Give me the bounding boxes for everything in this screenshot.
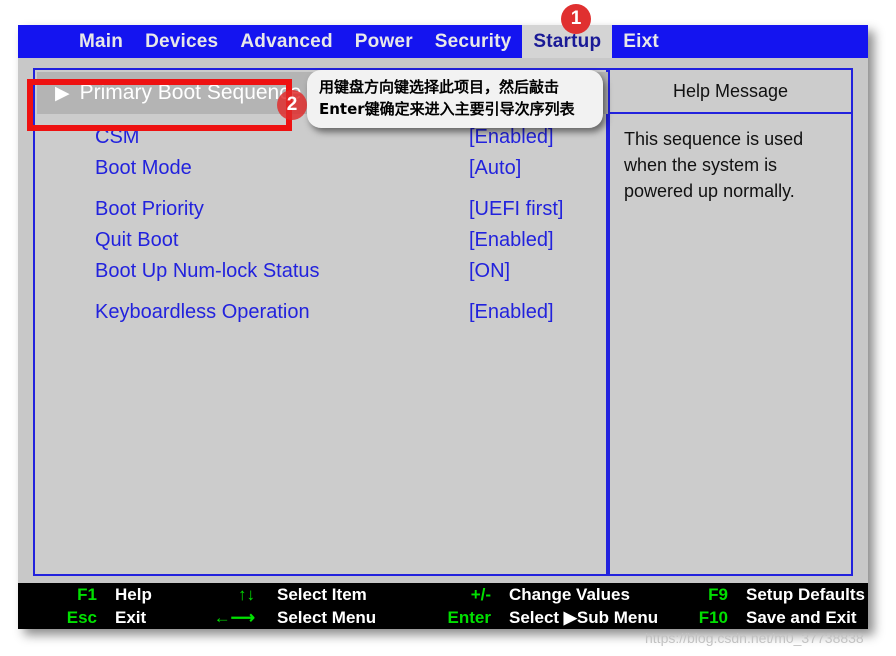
setting-label: Boot Priority xyxy=(95,198,204,221)
setting-label: CSM xyxy=(95,126,139,149)
status-line-f1-help: F1 Help xyxy=(63,583,152,606)
setting-value[interactable]: [ON] xyxy=(469,260,510,283)
setting-value[interactable]: [UEFI first] xyxy=(469,198,563,221)
annotation-tooltip: 用键盘方向键选择此项目，然后敲击 Enter键确定来进入主要引导次序列表 xyxy=(307,70,603,128)
status-key: +/- xyxy=(443,585,491,605)
menu-tab-main[interactable]: Main xyxy=(68,25,134,58)
status-desc: Save and Exit xyxy=(746,608,857,628)
setting-value[interactable]: [Auto] xyxy=(469,157,521,180)
status-desc: Select ▶Sub Menu xyxy=(509,608,658,628)
setting-row-boot-mode[interactable]: Boot Mode [Auto] xyxy=(35,153,606,184)
status-line-f10-save-and-exit: F10 Save and Exit xyxy=(690,606,865,629)
annotation-badge-2: 2 xyxy=(277,90,307,120)
setting-label: Boot Up Num-lock Status xyxy=(95,260,320,283)
status-group-help-exit: F1 Help Esc Exit xyxy=(63,583,152,629)
menu-tab-devices[interactable]: Devices xyxy=(134,25,229,58)
status-desc: Setup Defaults xyxy=(746,585,865,605)
setting-label: Boot Mode xyxy=(95,157,192,180)
help-panel-title: Help Message xyxy=(610,70,851,114)
content-area: ▶ Primary Boot Sequence CSM [Enabled] Bo… xyxy=(18,58,868,583)
status-line-f9-setup-defaults: F9 Setup Defaults xyxy=(690,583,865,606)
help-panel-body: This sequence is used when the system is… xyxy=(610,114,851,204)
status-key: F1 xyxy=(63,585,97,605)
status-line-updown-select-item: ↑↓ Select Item xyxy=(213,583,376,606)
status-key: Enter xyxy=(443,608,491,628)
status-key: Esc xyxy=(63,608,97,628)
settings-list: CSM [Enabled] Boot Mode [Auto] Boot Prio… xyxy=(35,122,606,328)
status-key: F10 xyxy=(690,608,728,628)
status-key: F9 xyxy=(690,585,728,605)
setting-label: Quit Boot xyxy=(95,229,178,252)
tooltip-line-1: 用键盘方向键选择此项目，然后敲击 xyxy=(319,76,591,98)
tooltip-line-2: Enter键确定来进入主要引导次序列表 xyxy=(319,98,591,120)
up-down-arrow-icon: ↑↓ xyxy=(213,585,255,605)
status-desc: Select Menu xyxy=(277,608,376,628)
setting-value[interactable]: [Enabled] xyxy=(469,229,554,252)
settings-panel: ▶ Primary Boot Sequence CSM [Enabled] Bo… xyxy=(33,68,608,576)
status-line-plusminus-change-values: +/- Change Values xyxy=(443,583,658,606)
menu-tab-eixt[interactable]: Eixt xyxy=(612,25,670,58)
status-group-defaults-save: F9 Setup Defaults F10 Save and Exit xyxy=(690,583,865,629)
status-bar: F1 Help Esc Exit ↑↓ Select Item ←⟶ Selec… xyxy=(18,583,868,629)
left-right-arrow-icon: ←⟶ xyxy=(213,608,255,628)
submenu-arrow-icon: ▶ xyxy=(55,84,70,103)
setting-row-boot-priority[interactable]: Boot Priority [UEFI first] xyxy=(35,194,606,225)
menu-tab-advanced[interactable]: Advanced xyxy=(229,25,343,58)
setting-row-quit-boot[interactable]: Quit Boot [Enabled] xyxy=(35,225,606,256)
status-desc: Help xyxy=(115,585,152,605)
annotation-badge-1: 1 xyxy=(561,4,591,34)
status-line-enter-sub-menu: Enter Select ▶Sub Menu xyxy=(443,606,658,629)
status-desc: Change Values xyxy=(509,585,630,605)
setting-value[interactable]: [Enabled] xyxy=(469,126,554,149)
status-line-esc-exit: Esc Exit xyxy=(63,606,152,629)
setting-value[interactable]: [Enabled] xyxy=(469,301,554,324)
menu-tab-power[interactable]: Power xyxy=(344,25,424,58)
status-group-change-select: +/- Change Values Enter Select ▶Sub Menu xyxy=(443,583,658,629)
help-panel: Help Message This sequence is used when … xyxy=(608,68,853,576)
status-line-leftright-select-menu: ←⟶ Select Menu xyxy=(213,606,376,629)
setting-label: Keyboardless Operation xyxy=(95,301,310,324)
setting-row-boot-up-num-lock-status[interactable]: Boot Up Num-lock Status [ON] xyxy=(35,256,606,287)
status-desc: Exit xyxy=(115,608,146,628)
watermark: https://blog.csdn.net/m0_37738838 xyxy=(645,630,864,646)
status-desc: Select Item xyxy=(277,585,367,605)
menu-bar: Main Devices Advanced Power Security Sta… xyxy=(18,25,868,58)
menu-tab-security[interactable]: Security xyxy=(424,25,523,58)
setting-row-keyboardless-operation[interactable]: Keyboardless Operation [Enabled] xyxy=(35,297,606,328)
status-group-select: ↑↓ Select Item ←⟶ Select Menu xyxy=(213,583,376,629)
setting-label: Primary Boot Sequence xyxy=(80,81,302,105)
